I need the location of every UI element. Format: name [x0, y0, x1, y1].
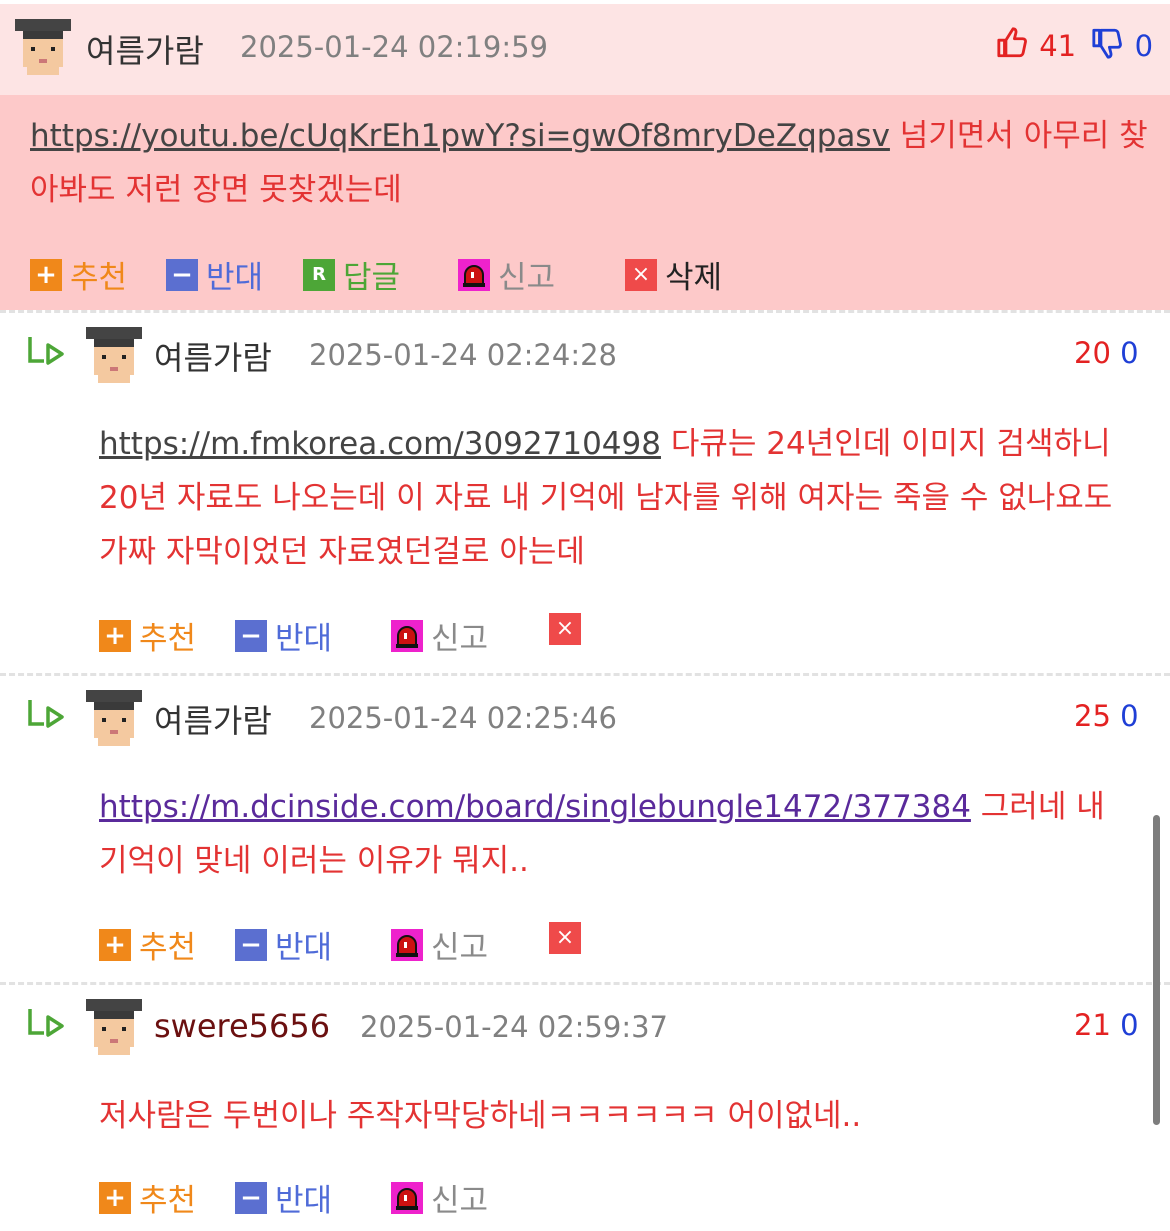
comment-main: 여름가람 2025-01-24 02:19:59 41 0 https://yo…	[0, 4, 1170, 310]
upvote-count[interactable]: 25	[1074, 699, 1111, 733]
downvote-count[interactable]: 0	[1120, 699, 1138, 733]
comment-datetime: 2025-01-24 02:19:59	[240, 30, 548, 64]
siren-icon	[391, 1181, 423, 1214]
comment-datetime: 2025-01-24 02:59:37	[360, 1010, 668, 1044]
plus-icon: +	[99, 928, 131, 961]
comment-author[interactable]: 여름가람	[154, 333, 272, 379]
comment-datetime: 2025-01-24 02:25:46	[309, 701, 617, 735]
comment-text: https://m.fmkorea.com/3092710498 다큐는 24년…	[99, 417, 1149, 579]
comment-actions: + 추천 − 반대 R 답글 신고 × 삭제	[30, 252, 1130, 296]
plus-icon: +	[30, 258, 62, 291]
comment-author[interactable]: 여름가람	[86, 26, 204, 72]
reply-arrow-icon	[28, 337, 64, 365]
vote-counts: 21 0	[1074, 1008, 1139, 1042]
minus-icon: −	[235, 928, 267, 961]
oppose-button[interactable]: − 반대	[235, 1175, 332, 1220]
comment-datetime: 2025-01-24 02:24:28	[309, 338, 617, 372]
comment-link[interactable]: https://youtu.be/cUqKrEh1pwY?si=gwOf8mry…	[30, 118, 890, 154]
reply-comment: 여름가람 2025-01-24 02:25:46 25 0 https://m.…	[0, 676, 1170, 979]
plus-icon: +	[99, 619, 131, 652]
oppose-button[interactable]: − 반대	[166, 252, 263, 297]
report-button[interactable]: 신고	[391, 922, 488, 967]
recommend-button[interactable]: + 추천	[99, 922, 196, 967]
downvote-count[interactable]: 0	[1120, 1008, 1138, 1042]
delete-button[interactable]: ×	[549, 613, 589, 645]
comment-author[interactable]: swere5656	[154, 1007, 330, 1045]
upvote-count[interactable]: 21	[1074, 1008, 1111, 1042]
report-button[interactable]: 신고	[391, 1175, 488, 1220]
reply-comment: swere5656 2025-01-24 02:59:37 21 0 저사람은 …	[0, 985, 1170, 1231]
downvote-count: 0	[1134, 29, 1154, 63]
avatar-icon[interactable]	[86, 999, 142, 1055]
comment-text: https://youtu.be/cUqKrEh1pwY?si=gwOf8mry…	[30, 109, 1155, 217]
comment-message: 저사람은 두번이나 주작자막당하네ㅋㅋㅋㅋㅋㅋ 어이없네..	[99, 1098, 862, 1134]
delete-icon: ×	[549, 922, 581, 954]
siren-icon	[391, 928, 423, 961]
vote-counts: 25 0	[1074, 699, 1139, 733]
recommend-button[interactable]: + 추천	[30, 252, 127, 297]
thumbs-down-icon[interactable]	[1091, 26, 1125, 60]
siren-icon	[458, 258, 490, 291]
comment-actions: + 추천 − 반대 신고 ×	[99, 922, 699, 966]
minus-icon: −	[166, 258, 198, 291]
comment-author[interactable]: 여름가람	[154, 696, 272, 742]
comment-text: https://m.dcinside.com/board/singlebungl…	[99, 780, 1139, 888]
delete-button[interactable]: ×	[549, 922, 589, 954]
recommend-button[interactable]: + 추천	[99, 613, 196, 658]
vote-counts: 41 0	[996, 26, 1153, 63]
recommend-button[interactable]: + 추천	[99, 1175, 196, 1220]
comment-body: https://youtu.be/cUqKrEh1pwY?si=gwOf8mry…	[0, 95, 1170, 310]
siren-icon	[391, 619, 423, 652]
comment-link[interactable]: https://m.fmkorea.com/3092710498	[99, 426, 661, 462]
reply-arrow-icon	[28, 700, 64, 728]
plus-icon: +	[99, 1181, 131, 1214]
oppose-button[interactable]: − 반대	[235, 922, 332, 967]
comment-actions: + 추천 − 반대 신고 ×	[99, 613, 699, 657]
delete-icon: ×	[549, 613, 581, 645]
upvote-count[interactable]: 20	[1074, 336, 1111, 370]
reply-button[interactable]: R 답글	[303, 252, 400, 297]
reply-icon: R	[303, 258, 335, 291]
thumbs-up-icon[interactable]	[996, 26, 1030, 60]
vote-counts: 20 0	[1074, 336, 1139, 370]
scrollbar[interactable]	[1153, 815, 1160, 1125]
delete-button[interactable]: × 삭제	[625, 252, 722, 297]
reply-comment: 여름가람 2025-01-24 02:24:28 20 0 https://m.…	[0, 313, 1170, 670]
comment-actions: + 추천 − 반대 신고	[99, 1175, 699, 1219]
avatar-icon[interactable]	[15, 19, 71, 75]
oppose-button[interactable]: − 반대	[235, 613, 332, 658]
report-button[interactable]: 신고	[391, 613, 488, 658]
comment-text: 저사람은 두번이나 주작자막당하네ㅋㅋㅋㅋㅋㅋ 어이없네..	[99, 1089, 1139, 1143]
comment-link[interactable]: https://m.dcinside.com/board/singlebungl…	[99, 789, 971, 825]
minus-icon: −	[235, 1181, 267, 1214]
comment-header: 여름가람 2025-01-24 02:19:59 41 0	[0, 4, 1170, 95]
report-button[interactable]: 신고	[458, 252, 555, 297]
delete-icon: ×	[625, 258, 657, 291]
upvote-count: 41	[1039, 29, 1077, 63]
reply-arrow-icon	[28, 1009, 64, 1037]
downvote-count[interactable]: 0	[1120, 336, 1138, 370]
avatar-icon[interactable]	[86, 327, 142, 383]
minus-icon: −	[235, 619, 267, 652]
avatar-icon[interactable]	[86, 690, 142, 746]
